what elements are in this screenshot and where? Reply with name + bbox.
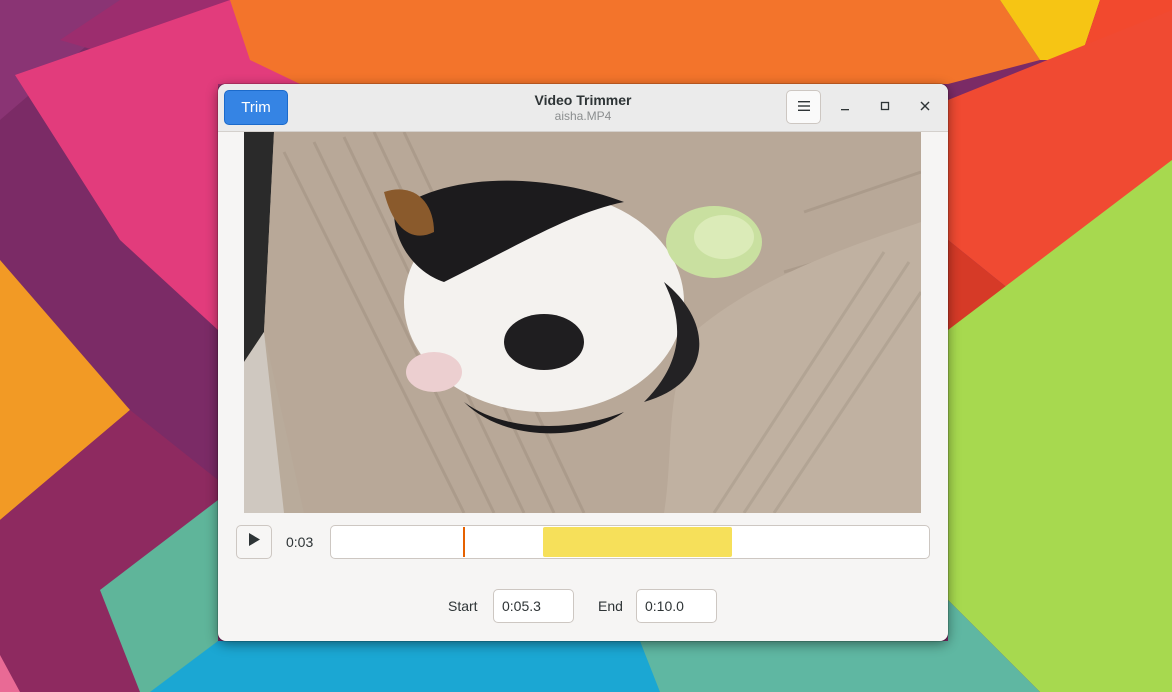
close-button[interactable]	[913, 95, 937, 119]
window-title: Video Trimmer	[534, 92, 632, 108]
window-subtitle: aisha.MP4	[554, 109, 612, 123]
main-menu-button[interactable]	[786, 90, 821, 124]
timeline-scrubber[interactable]	[330, 525, 930, 559]
window-title-block: Video Trimmer aisha.MP4	[418, 92, 748, 124]
trim-selection-range[interactable]	[543, 527, 732, 557]
video-frame-guinea-pig	[244, 132, 921, 513]
headerbar: Trim Video Trimmer aisha.MP4	[218, 84, 948, 132]
minimize-icon	[840, 98, 850, 116]
current-time-label: 0:03	[286, 534, 314, 550]
end-time-input[interactable]	[636, 589, 717, 623]
start-time-input[interactable]	[493, 589, 574, 623]
close-icon	[920, 98, 930, 116]
play-button[interactable]	[236, 525, 272, 559]
video-preview[interactable]	[244, 132, 921, 513]
start-label: Start	[448, 598, 478, 614]
video-trimmer-window: Trim Video Trimmer aisha.MP4 0:03 Start …	[218, 84, 948, 641]
playhead-marker[interactable]	[462, 527, 465, 557]
maximize-button[interactable]	[873, 95, 897, 119]
maximize-icon	[880, 98, 890, 116]
hamburger-menu-icon	[797, 98, 810, 116]
end-label: End	[598, 598, 623, 614]
minimize-button[interactable]	[833, 95, 857, 119]
play-icon	[248, 533, 260, 551]
trim-button[interactable]: Trim	[224, 90, 288, 125]
